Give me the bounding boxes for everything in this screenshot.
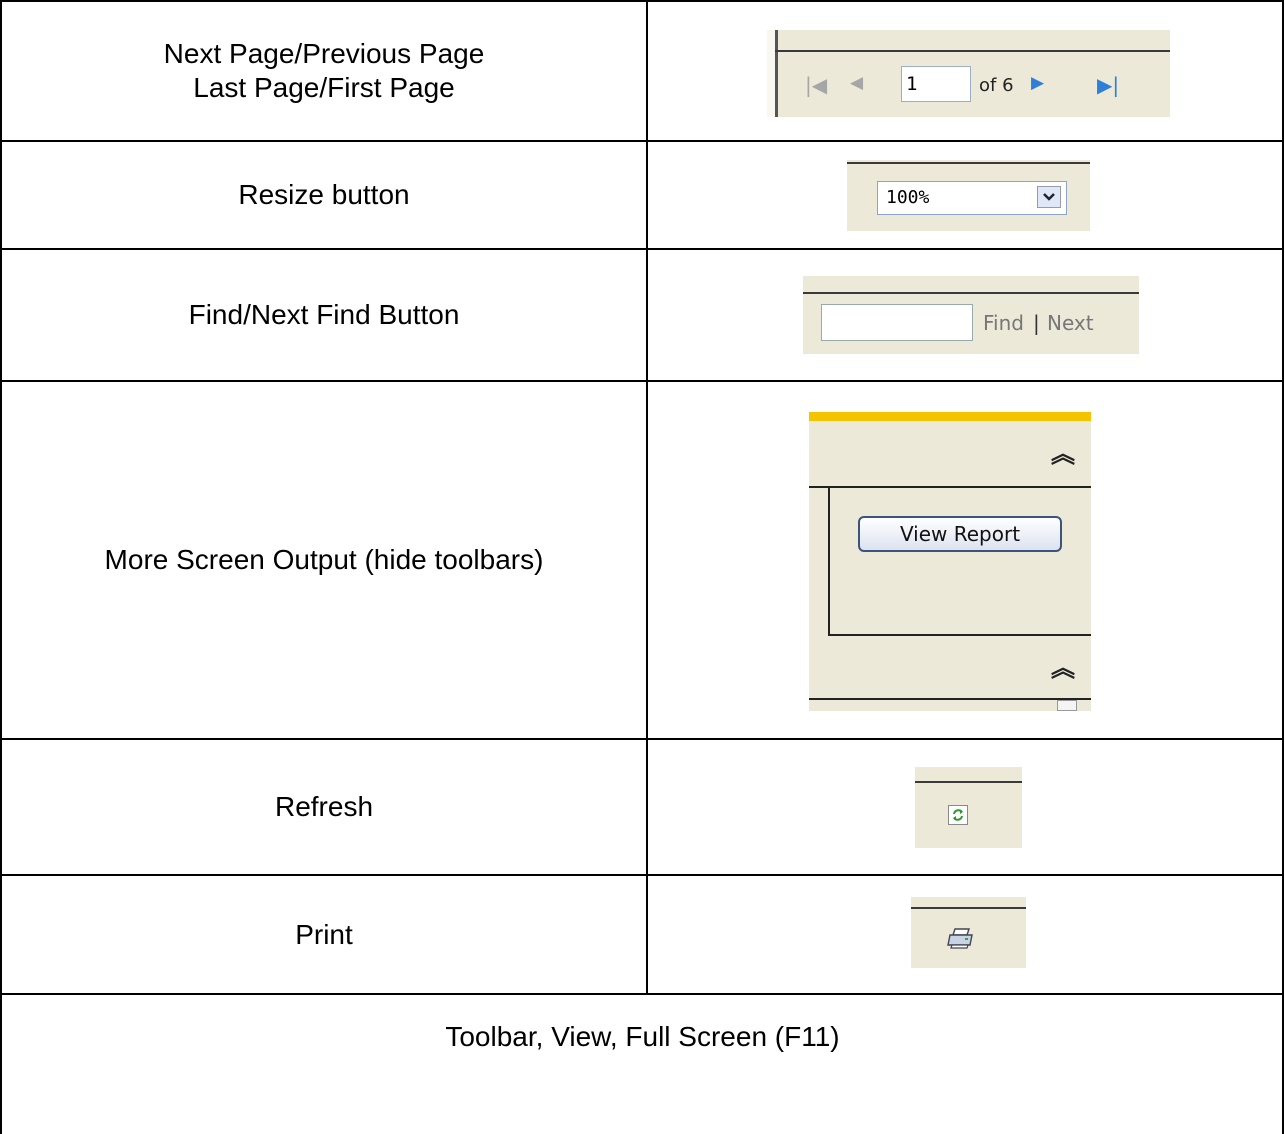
paging-label-cell: Next Page/Previous Page Last Page/First …	[2, 2, 646, 140]
view-report-label: View Report	[899, 522, 1021, 546]
zoom-dropdown-button[interactable]	[1037, 186, 1061, 208]
find-label: Find/Next Find Button	[188, 299, 460, 330]
scrollbar-stub[interactable]	[1057, 700, 1077, 711]
printer-icon[interactable]	[947, 927, 975, 949]
paging-toolbar: |◀ ◀ of 6 ▶ ▶|	[767, 30, 1170, 117]
parameter-area-panel: ︽ View Report ︽	[809, 412, 1127, 711]
refresh-label: Refresh	[274, 791, 374, 822]
zoom-value: 100%	[886, 187, 930, 208]
page-count-text: of 6	[979, 75, 1014, 96]
first-page-icon[interactable]: |◀	[805, 73, 827, 97]
header-accent-bar	[809, 412, 1091, 421]
last-page-icon[interactable]: ▶|	[1097, 73, 1119, 97]
page-number-input[interactable]	[901, 66, 971, 102]
print-label: Print	[295, 918, 353, 950]
previous-page-icon[interactable]: ◀	[850, 73, 863, 93]
find-next-link[interactable]: Next	[1047, 311, 1094, 335]
refresh-toolbar	[915, 767, 1022, 848]
chevron-down-icon	[1043, 193, 1055, 201]
table-border-right	[1282, 0, 1284, 1134]
find-separator: |	[1033, 311, 1040, 335]
find-link[interactable]: Find	[983, 311, 1024, 335]
column-divider	[646, 0, 648, 994]
collapse-parameters-icon[interactable]: ︽	[1051, 656, 1075, 680]
refresh-icon[interactable]	[948, 805, 968, 825]
print-label-cell: Print	[2, 876, 646, 993]
next-page-icon[interactable]: ▶	[1031, 73, 1044, 93]
print-toolbar	[911, 897, 1026, 968]
resize-label: Resize button	[238, 179, 410, 210]
more-label: More Screen Output (hide toolbars)	[104, 544, 544, 575]
paging-label-line1: Next Page/Previous Page	[163, 38, 485, 69]
collapse-toolbar-icon[interactable]: ︽	[1051, 442, 1075, 466]
more-label-cell: More Screen Output (hide toolbars)	[2, 382, 646, 738]
find-label-cell: Find/Next Find Button	[2, 250, 646, 380]
fullscreen-label-cell: Toolbar, View, Full Screen (F11)	[2, 1021, 1283, 1061]
resize-label-cell: Resize button	[2, 142, 646, 248]
find-input[interactable]	[821, 304, 973, 341]
refresh-label-cell: Refresh	[2, 740, 646, 874]
view-report-button[interactable]: View Report	[858, 516, 1062, 552]
zoom-toolbar: 100%	[847, 160, 1090, 231]
paging-label-line2: Last Page/First Page	[193, 72, 455, 103]
find-toolbar: Find | Next	[803, 276, 1139, 354]
fullscreen-label: Toolbar, View, Full Screen (F11)	[445, 1021, 840, 1052]
